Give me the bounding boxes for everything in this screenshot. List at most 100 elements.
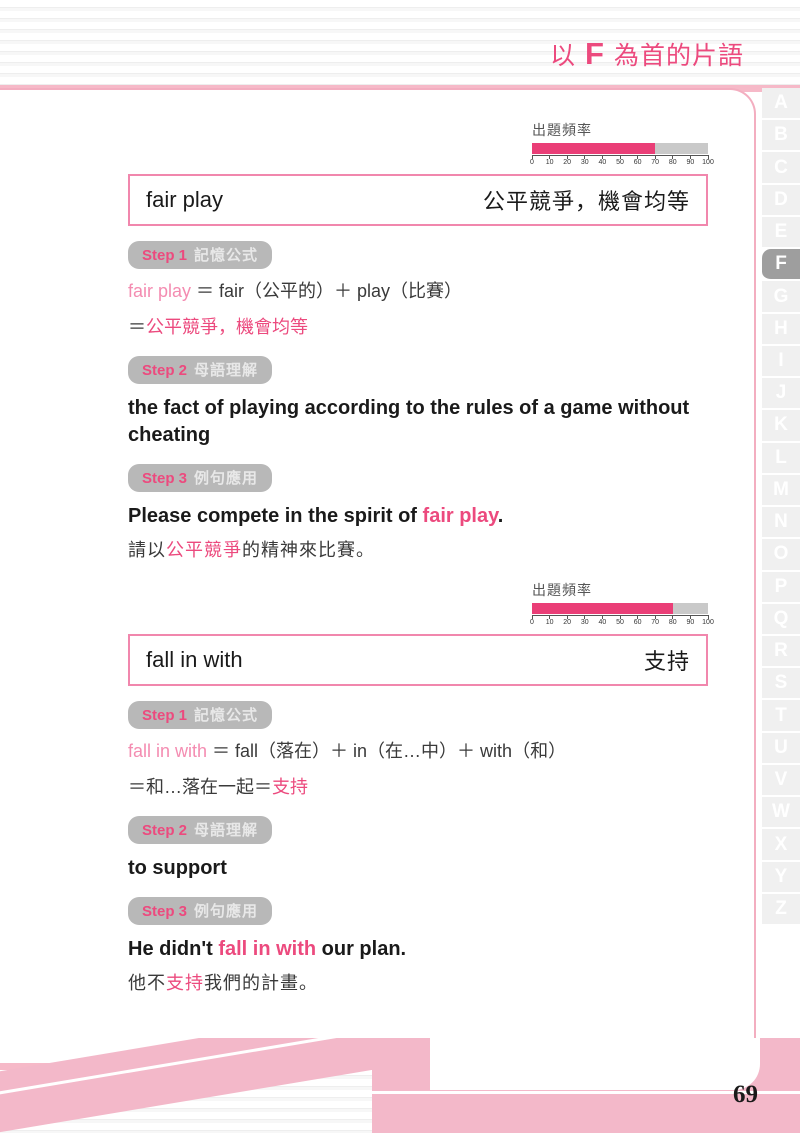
step-title: 母語理解 — [194, 822, 259, 839]
example-en-pre: Please compete in the spirit of — [128, 505, 423, 527]
alpha-tab-u[interactable]: U — [762, 732, 800, 765]
ribbon-hairline-horizontal — [300, 1091, 800, 1094]
frequency-tick-label: 40 — [598, 159, 607, 166]
frequency-tick-label: 30 — [580, 619, 589, 626]
frequency-tick-label: 70 — [651, 159, 660, 166]
formula-result-prefix: ＝ — [128, 317, 146, 337]
alpha-tab-p[interactable]: P — [762, 571, 800, 604]
alpha-tab-z[interactable]: Z — [762, 893, 800, 927]
example-zh-post: 我們的計畫。 — [204, 973, 318, 993]
frequency-tick-label: 60 — [633, 159, 642, 166]
alpha-tab-s[interactable]: S — [762, 668, 800, 701]
example-en-post: our plan. — [316, 938, 407, 960]
alpha-tab-m[interactable]: M — [762, 474, 800, 508]
frequency-scale: 0 10 20 30 40 50 60 70 80 90 100 — [530, 155, 714, 169]
alpha-tab-t[interactable]: T — [762, 700, 800, 733]
definition-text: to support — [128, 857, 227, 879]
formula-breakdown: ＝ fall（落在）＋ in（在…中）＋ with（和） — [207, 741, 567, 761]
frequency-tick-label: 0 — [530, 619, 534, 626]
example-sentence-chinese: 他不支持我們的計畫。 — [128, 969, 708, 995]
frequency-meter: 出題頻率 0 10 20 30 40 50 60 70 80 90 100 — [530, 120, 714, 169]
alpha-tab-y[interactable]: Y — [762, 861, 800, 894]
alpha-tab-l[interactable]: L — [762, 442, 800, 475]
example-sentence-chinese: 請以公平競爭的精神來比賽。 — [128, 536, 708, 562]
alpha-tab-c[interactable]: C — [762, 152, 800, 185]
frequency-bar-track — [532, 603, 708, 614]
frequency-tick-label: 90 — [686, 619, 695, 626]
step-2-badge: Step 2 母語理解 — [128, 816, 273, 844]
alpha-tab-f[interactable]: F — [762, 249, 800, 282]
step-1-badge: Step 1 記憶公式 — [128, 241, 273, 269]
frequency-tick-label: 40 — [598, 619, 607, 626]
frequency-tick-label: 70 — [651, 619, 660, 626]
frequency-tick-label: 50 — [616, 619, 624, 626]
term-english: fall in with — [146, 647, 243, 672]
term-english: fair play — [146, 187, 224, 212]
term-box: fall in with 支持 — [128, 634, 708, 686]
alpha-tab-g[interactable]: G — [762, 281, 800, 314]
alpha-tab-a[interactable]: A — [762, 88, 800, 121]
step-title: 例句應用 — [194, 470, 259, 487]
example-zh-term: 支持 — [166, 973, 204, 993]
alpha-tab-e[interactable]: E — [762, 216, 800, 250]
frequency-tick-label: 10 — [545, 619, 554, 626]
step-title: 記憶公式 — [194, 707, 259, 724]
frequency-tick-label: 100 — [702, 619, 714, 626]
frequency-bar-fill — [532, 603, 673, 614]
example-zh-pre: 他不 — [128, 973, 166, 993]
frequency-tick-label: 50 — [616, 159, 624, 166]
frequency-scale: 0 10 20 30 40 50 60 70 80 90 100 — [530, 615, 714, 629]
step-number: Step 3 — [142, 903, 188, 920]
step-3-badge: Step 3 例句應用 — [128, 464, 273, 492]
formula-line-2: ＝和…落在一起＝支持 — [128, 774, 708, 801]
alpha-tab-w[interactable]: W — [762, 797, 800, 830]
page-header: 以 F 為首的片語 — [550, 36, 744, 72]
frequency-bar-fill — [532, 143, 656, 154]
frequency-tick-label: 20 — [563, 619, 572, 626]
page-number: 69 — [733, 1081, 758, 1108]
step-title: 例句應用 — [194, 903, 259, 920]
bottom-pink-notch — [430, 1038, 760, 1090]
frequency-bar-track — [532, 143, 708, 154]
example-en-post: . — [497, 505, 504, 527]
formula-term: fair play — [128, 281, 192, 301]
frequency-tick-label: 80 — [668, 619, 677, 626]
alpha-tab-k[interactable]: K — [762, 410, 800, 443]
step-number: Step 1 — [142, 247, 188, 264]
alpha-tab-n[interactable]: N — [762, 507, 800, 540]
example-en-pre: He didn't — [128, 938, 219, 960]
header-prefix: 以 — [550, 42, 577, 70]
alpha-tab-v[interactable]: V — [762, 764, 800, 798]
header-letter: F — [585, 36, 605, 71]
term-chinese-meaning: 支持 — [643, 649, 690, 674]
alpha-tab-r[interactable]: R — [762, 635, 800, 669]
alpha-tab-x[interactable]: X — [762, 829, 800, 862]
alpha-tab-d[interactable]: D — [762, 184, 800, 217]
frequency-tick-label: 60 — [633, 619, 642, 626]
alpha-tab-j[interactable]: J — [762, 378, 800, 411]
term-chinese-meaning: 公平競爭，機會均等 — [482, 189, 690, 214]
step-1-badge: Step 1 記憶公式 — [128, 701, 273, 729]
formula-result-prefix: ＝和…落在一起＝ — [128, 777, 272, 797]
alpha-tab-b[interactable]: B — [762, 120, 800, 153]
entry-fair-play: 出題頻率 0 10 20 30 40 50 60 70 80 90 100 fair play 公平競爭，… — [128, 120, 714, 562]
formula-term: fall in with — [128, 741, 208, 761]
formula-line-2: ＝公平競爭，機會均等 — [128, 314, 708, 341]
formula-result: 支持 — [272, 777, 308, 797]
entry-fall-in-with: 出題頻率 0 10 20 30 40 50 60 70 80 90 100 fall in with 支持… — [128, 580, 714, 995]
step-number: Step 1 — [142, 707, 188, 724]
frequency-tick-label: 90 — [686, 159, 695, 166]
term-box: fair play 公平競爭，機會均等 — [128, 174, 708, 226]
step-title: 記憶公式 — [194, 247, 259, 264]
example-sentence-english: He didn't fall in with our plan. — [128, 936, 708, 963]
alpha-tab-q[interactable]: Q — [762, 603, 800, 636]
frequency-tick-label: 0 — [530, 159, 534, 166]
step-number: Step 3 — [142, 470, 188, 487]
frequency-tick-label: 100 — [702, 159, 714, 166]
alpha-tab-o[interactable]: O — [762, 539, 800, 572]
alpha-tab-h[interactable]: H — [762, 313, 800, 346]
formula-line-1: fair play ＝ fair（公平的）＋ play（比賽） — [128, 278, 708, 305]
formula-breakdown: ＝ fair（公平的）＋ play（比賽） — [191, 281, 463, 301]
alphabet-index[interactable]: ABCDEFGHIJKLMNOPQRSTUVWXYZ — [762, 88, 800, 927]
alpha-tab-i[interactable]: I — [762, 345, 800, 379]
